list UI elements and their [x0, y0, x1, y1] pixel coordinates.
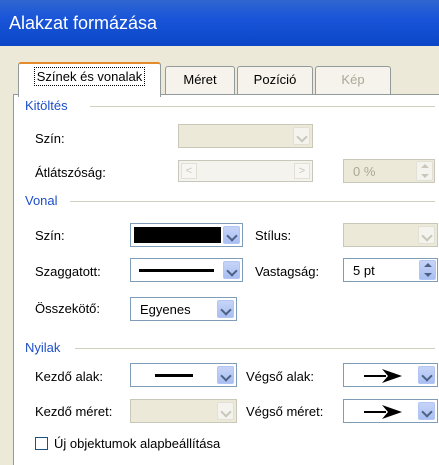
weight-label: Vastagság: — [255, 264, 319, 279]
fill-color-select[interactable] — [178, 124, 313, 148]
divider — [75, 348, 435, 349]
weight-spinner[interactable]: 5 pt — [343, 258, 438, 282]
defaults-checkbox[interactable] — [35, 437, 48, 450]
chevron-down-icon — [293, 127, 310, 145]
end-style-label: Végső alak: — [246, 369, 314, 384]
color-swatch — [134, 227, 221, 243]
tab-colors-lines[interactable]: Színek és vonalak — [18, 62, 161, 97]
tab-label: Színek és vonalak — [34, 67, 146, 86]
chevron-down-icon — [223, 261, 240, 279]
chevron-down-icon — [418, 226, 435, 244]
end-size-label: Végső méret: — [246, 404, 323, 419]
begin-size-label: Kezdő méret: — [35, 404, 112, 419]
transparency-slider[interactable]: < > — [178, 160, 313, 182]
chevron-down-icon — [217, 300, 234, 318]
transparency-label: Átlátszóság: — [35, 165, 106, 180]
connector-select[interactable]: Egyenes — [130, 297, 237, 321]
end-style-select[interactable] — [343, 363, 438, 387]
arrow-right-icon — [364, 404, 404, 420]
divider — [90, 106, 435, 107]
spinner-buttons[interactable] — [419, 260, 436, 280]
tab-picture: Kép — [315, 66, 391, 94]
line-color-label: Szín: — [35, 228, 65, 243]
section-fill: Kitöltés — [25, 98, 68, 113]
spinner-buttons[interactable] — [416, 161, 433, 181]
begin-style-select[interactable] — [130, 363, 237, 387]
title-bar: Alakzat formázása — [0, 0, 439, 47]
chevron-down-icon — [223, 226, 240, 244]
line-style-select[interactable] — [343, 223, 438, 247]
connector-label: Összekötő: — [35, 301, 100, 316]
tab-label: Pozíció — [254, 72, 297, 87]
begin-style-label: Kezdő alak: — [35, 369, 103, 384]
dash-label: Szaggatott: — [35, 264, 101, 279]
scroll-right-icon: > — [294, 163, 310, 179]
window-title: Alakzat formázása — [9, 13, 157, 34]
arrow-right-icon — [364, 368, 404, 384]
tab-label: Méret — [183, 72, 216, 87]
scroll-left-icon: < — [181, 163, 197, 179]
tab-label: Kép — [341, 72, 364, 87]
transparency-value: 0 % — [353, 164, 375, 179]
defaults-checkbox-label[interactable]: Új objektumok alapbeállítása — [54, 436, 220, 451]
fill-color-label: Szín: — [35, 131, 65, 146]
weight-value: 5 pt — [353, 263, 375, 278]
divider — [70, 201, 435, 202]
chevron-down-icon — [217, 402, 234, 420]
dash-select[interactable] — [130, 258, 243, 282]
line-color-select[interactable] — [130, 223, 243, 247]
end-size-select[interactable] — [343, 399, 438, 423]
connector-value: Egyenes — [140, 302, 191, 317]
section-line: Vonal — [25, 193, 58, 208]
section-arrows: Nyilak — [25, 340, 60, 355]
chevron-down-icon — [217, 366, 234, 384]
line-preview — [139, 269, 214, 272]
tab-position[interactable]: Pozíció — [237, 66, 313, 94]
begin-size-select[interactable] — [130, 399, 237, 423]
tab-size[interactable]: Méret — [165, 66, 235, 94]
line-preview — [155, 374, 193, 377]
line-style-label: Stílus: — [255, 228, 291, 243]
chevron-down-icon — [418, 366, 435, 384]
chevron-down-icon — [418, 402, 435, 420]
transparency-spinner[interactable]: 0 % — [343, 159, 435, 183]
